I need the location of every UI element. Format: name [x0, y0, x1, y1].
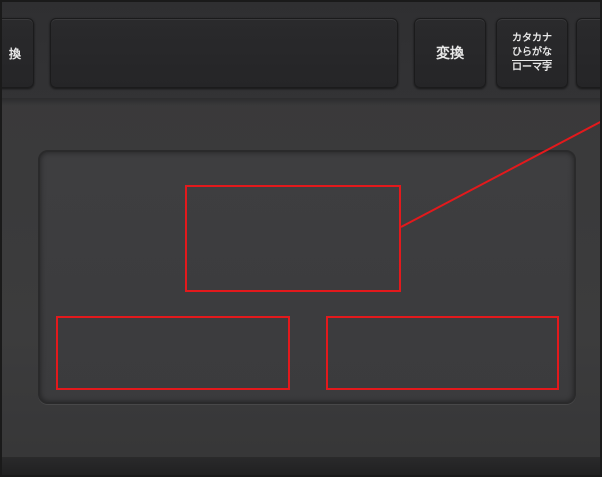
kana-key-line3: ローマ字 — [512, 61, 552, 73]
muhenkan-key-label: 換 — [8, 46, 21, 61]
bottom-edge — [2, 457, 600, 475]
kana-key-line2: ひらがな — [512, 46, 552, 61]
photo-frame: 換 変換 カタカナ ひらがな ローマ字 — [0, 0, 602, 477]
henkan-key-label: 変換 — [436, 46, 464, 62]
space-key — [50, 18, 398, 88]
left-click-highlight — [56, 316, 290, 390]
muhenkan-key: 換 — [2, 18, 34, 88]
touchpad-center-highlight — [185, 185, 401, 292]
keyboard-bottom-row: 換 変換 カタカナ ひらがな ローマ字 — [2, 2, 600, 102]
henkan-key: 変換 — [414, 18, 486, 88]
next-key-partial — [576, 18, 600, 88]
kana-key-line1: カタカナ — [512, 32, 552, 44]
kana-key: カタカナ ひらがな ローマ字 — [496, 18, 568, 88]
right-click-highlight — [326, 316, 559, 390]
deck-edge — [2, 98, 600, 106]
